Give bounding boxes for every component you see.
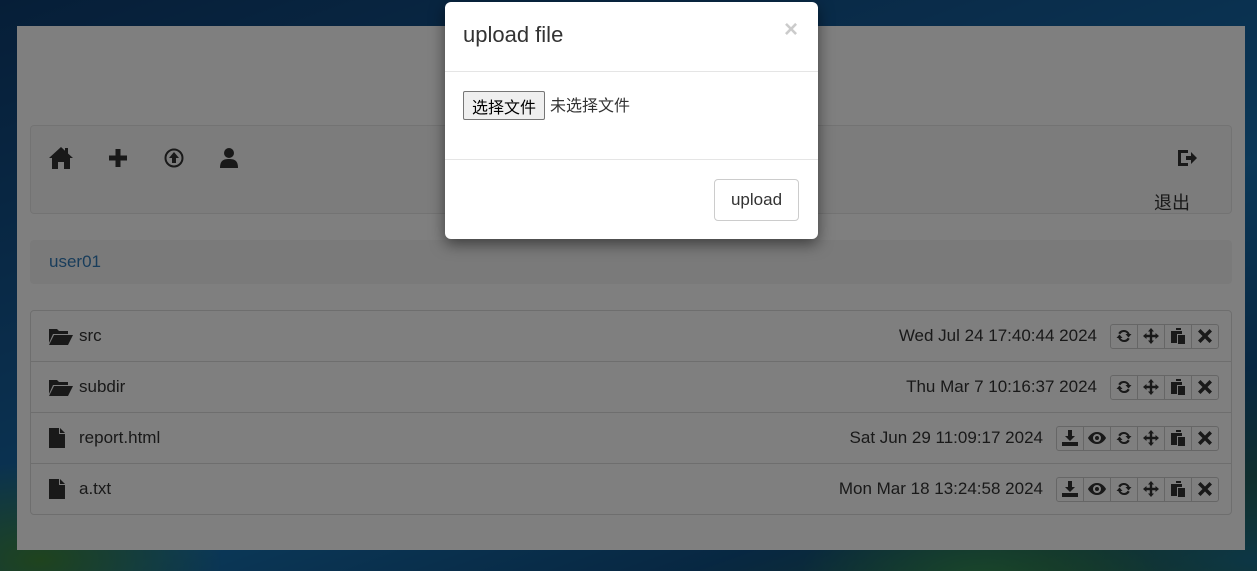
modal-footer: upload [445, 160, 818, 238]
modal-header: upload file × [445, 2, 818, 72]
modal-title: upload file [463, 22, 564, 47]
choose-file-button[interactable]: 选择文件 [463, 91, 546, 120]
upload-button[interactable]: upload [714, 179, 799, 221]
upload-file-modal: upload file × 选择文件 未选择文件 upload [445, 2, 818, 239]
close-icon[interactable]: × [784, 18, 798, 42]
file-status-text: 未选择文件 [550, 96, 631, 115]
modal-body: 选择文件 未选择文件 [445, 72, 818, 160]
